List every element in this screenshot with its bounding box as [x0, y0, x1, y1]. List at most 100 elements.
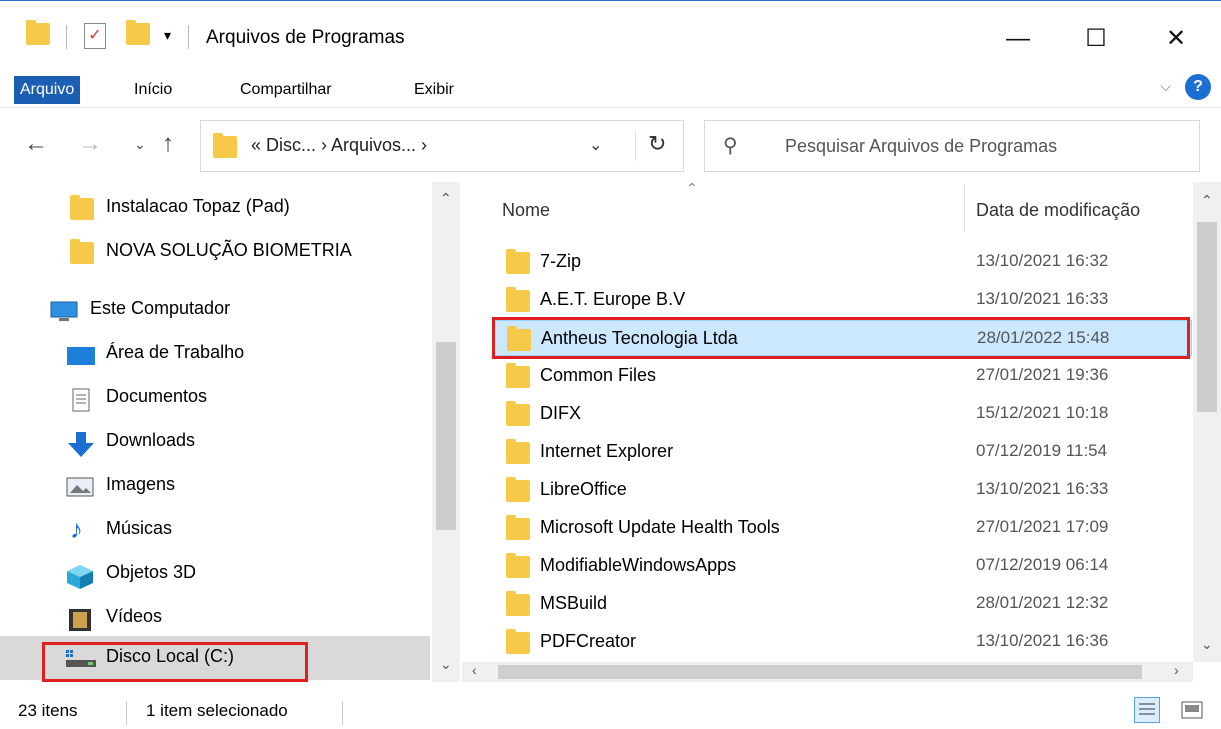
nav-item-este-computador[interactable]: Este Computador [0, 290, 430, 330]
nav-item-objetos-3d[interactable]: Objetos 3D [0, 554, 430, 594]
nav-item-imagens[interactable]: Imagens [0, 466, 430, 506]
horizontal-scrollbar-thumb[interactable] [498, 665, 1142, 679]
file-row[interactable]: Internet Explorer 07/12/2019 11:54 [492, 434, 1192, 470]
column-divider[interactable] [964, 184, 965, 232]
file-name: DIFX [540, 403, 582, 423]
folder-icon [213, 133, 237, 158]
file-row[interactable]: 7-Zip 13/10/2021 16:32 [492, 244, 1192, 280]
back-icon[interactable]: ← [24, 130, 48, 158]
file-name: LibreOffice [540, 479, 627, 499]
properties-icon[interactable]: ✓ [84, 23, 106, 49]
nav-item-documentos[interactable]: Documentos [0, 378, 430, 418]
up-icon[interactable]: ↑ [162, 130, 174, 158]
customize-toolbar-icon[interactable]: ▾ [164, 27, 171, 44]
tab-inicio[interactable]: Início [126, 76, 180, 104]
file-name: A.E.T. Europe B.V [540, 289, 686, 309]
tab-compartilhar[interactable]: Compartilhar [232, 76, 340, 104]
column-header-name[interactable]: Nome [502, 200, 550, 221]
folder-icon [506, 249, 530, 274]
nav-item-instalacao-topaz[interactable]: Instalacao Topaz (Pad) [0, 188, 430, 228]
file-row[interactable]: Microsoft Update Health Tools 27/01/2021 … [492, 510, 1192, 546]
file-date: 27/01/2021 19:36 [976, 365, 1109, 384]
scroll-down-icon[interactable]: ⌄ [440, 656, 452, 673]
help-button[interactable]: ? [1185, 74, 1211, 100]
file-name: ModifiableWindowsApps [540, 555, 737, 575]
refresh-icon[interactable]: ↻ [635, 131, 666, 161]
scroll-right-icon[interactable]: › [1174, 662, 1179, 678]
minimize-button[interactable]: — [998, 19, 1038, 59]
status-bar: 23 itens 1 item selecionado [0, 693, 1221, 729]
file-name: MSBuild [540, 593, 608, 613]
scroll-down-icon[interactable]: ⌄ [1201, 636, 1213, 653]
nav-item-nova-solucao-biometria[interactable]: NOVA SOLUÇÃO BIOMETRIA [0, 232, 430, 272]
sort-ascending-icon: ⌃ [686, 182, 698, 196]
address-row: ← → ⌄ ↑ « Disc... › Arquivos... › ⌄ ↻ ⚲ … [0, 108, 1221, 182]
folder-icon [506, 363, 530, 388]
videos-icon [68, 608, 92, 631]
navigation-pane: Instalacao Topaz (Pad) NOVA SOLUÇÃO BIOM… [0, 182, 462, 682]
file-row[interactable]: DIFX 15/12/2021 10:18 [492, 396, 1192, 432]
folder-icon [506, 439, 530, 464]
file-row[interactable]: LibreOffice 13/10/2021 16:33 [492, 472, 1192, 508]
scroll-up-icon[interactable]: ⌃ [440, 190, 452, 207]
nav-scrollbar[interactable]: ⌃ ⌄ [432, 182, 460, 682]
file-row[interactable]: A.E.T. Europe B.V 13/10/2021 16:33 [492, 282, 1192, 318]
folder-icon [506, 591, 530, 616]
file-row[interactable]: MSBuild 28/01/2021 12:32 [492, 586, 1192, 622]
file-row[interactable]: ModifiableWindowsApps 07/12/2019 06:14 [492, 548, 1192, 584]
expand-ribbon-icon[interactable]: ⌵ [1160, 78, 1171, 95]
file-date: 07/12/2019 06:14 [976, 555, 1109, 574]
folder-icon [506, 287, 530, 312]
search-input[interactable]: ⚲ Pesquisar Arquivos de Programas [704, 120, 1200, 172]
large-icons-view-icon[interactable] [1180, 699, 1204, 726]
computer-icon [50, 300, 78, 322]
folder-icon [506, 401, 530, 426]
ribbon: Arquivo Início Compartilhar Exibir ⌵ ? [0, 70, 1221, 108]
window-title: Arquivos de Programas [206, 27, 405, 48]
divider [66, 25, 67, 49]
horizontal-scrollbar[interactable]: ‹ › [462, 662, 1193, 682]
nav-item-musicas[interactable]: ♪ Músicas [0, 510, 430, 550]
nav-item-label: Objetos 3D [106, 562, 197, 582]
nav-item-downloads[interactable]: Downloads [0, 422, 430, 462]
file-date: 15/12/2021 10:18 [976, 403, 1109, 422]
file-date: 28/01/2021 12:32 [976, 593, 1109, 612]
nav-scrollbar-thumb[interactable] [436, 342, 456, 530]
tab-exibir[interactable]: Exibir [406, 76, 462, 104]
music-icon: ♪ [70, 514, 83, 544]
nav-item-label: Imagens [106, 474, 176, 494]
details-view-icon[interactable] [1134, 697, 1160, 723]
nav-item-label: Área de Trabalho [106, 342, 245, 362]
search-placeholder: Pesquisar Arquivos de Programas [785, 136, 1058, 156]
scroll-up-icon[interactable]: ⌃ [1201, 192, 1213, 209]
highlight-box-selected-row [492, 317, 1190, 359]
recent-locations-icon[interactable]: ⌄ [134, 136, 146, 153]
tab-arquivo[interactable]: Arquivo [14, 76, 81, 104]
file-name: Microsoft Update Health Tools [540, 517, 780, 537]
address-dropdown-icon[interactable]: ⌄ [589, 135, 602, 155]
forward-icon[interactable]: → [78, 130, 102, 158]
scroll-left-icon[interactable]: ‹ [472, 662, 477, 678]
address-bar[interactable]: « Disc... › Arquivos... › ⌄ ↻ [200, 120, 684, 172]
nav-item-area-de-trabalho[interactable]: Área de Trabalho [0, 334, 430, 374]
close-button[interactable]: ✕ [1156, 19, 1196, 59]
folder-icon [506, 629, 530, 654]
file-scrollbar-thumb[interactable] [1197, 222, 1217, 412]
pictures-icon [66, 476, 94, 498]
file-name: PDFCreator [540, 631, 637, 651]
nav-item-label: Downloads [106, 430, 196, 450]
file-row[interactable]: Common Files 27/01/2021 19:36 [492, 358, 1192, 394]
new-folder-icon[interactable] [126, 20, 150, 53]
maximize-button[interactable]: ☐ [1076, 19, 1116, 59]
file-scrollbar[interactable]: ⌃ ⌄ [1193, 182, 1221, 662]
address-path[interactable]: « Disc... › Arquivos... › [251, 135, 427, 156]
file-date: 07/12/2019 11:54 [976, 441, 1108, 460]
divider [126, 701, 127, 725]
highlight-box-drive [42, 642, 308, 682]
column-header-date[interactable]: Data de modificação [976, 200, 1140, 221]
file-row[interactable]: PDFCreator 13/10/2021 16:36 [492, 624, 1192, 660]
nav-item-videos[interactable]: Vídeos [0, 598, 430, 638]
nav-item-label: Músicas [106, 518, 173, 538]
selection-count: 1 item selecionado [146, 701, 288, 720]
item-count: 23 itens [18, 701, 78, 720]
